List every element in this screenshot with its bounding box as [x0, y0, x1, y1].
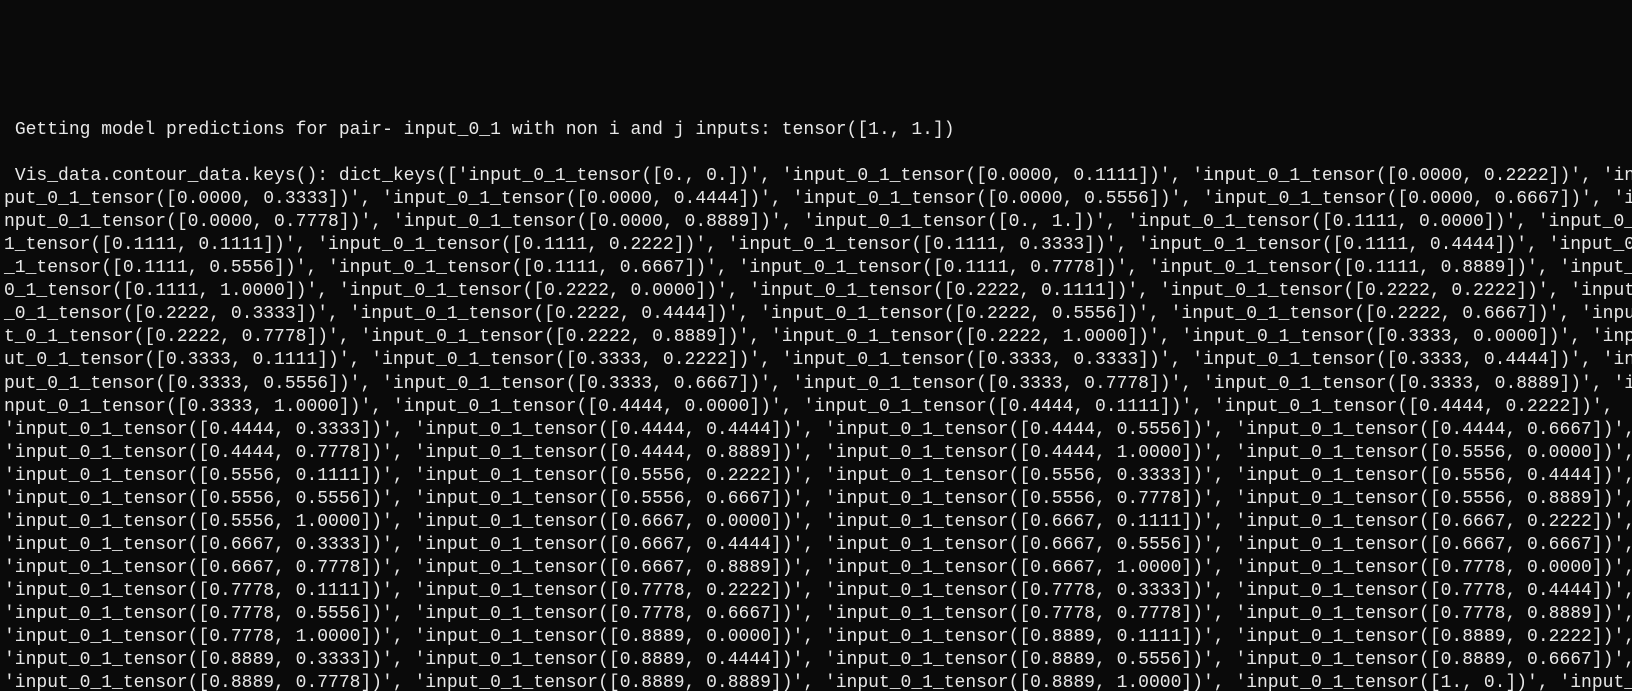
log-line-predictions: Getting model predictions for pair- inpu…: [4, 120, 955, 140]
dict-keys-line: Vis_data.contour_data.keys(): dict_keys(…: [4, 166, 1632, 691]
terminal-output[interactable]: Getting model predictions for pair- inpu…: [0, 115, 1632, 691]
